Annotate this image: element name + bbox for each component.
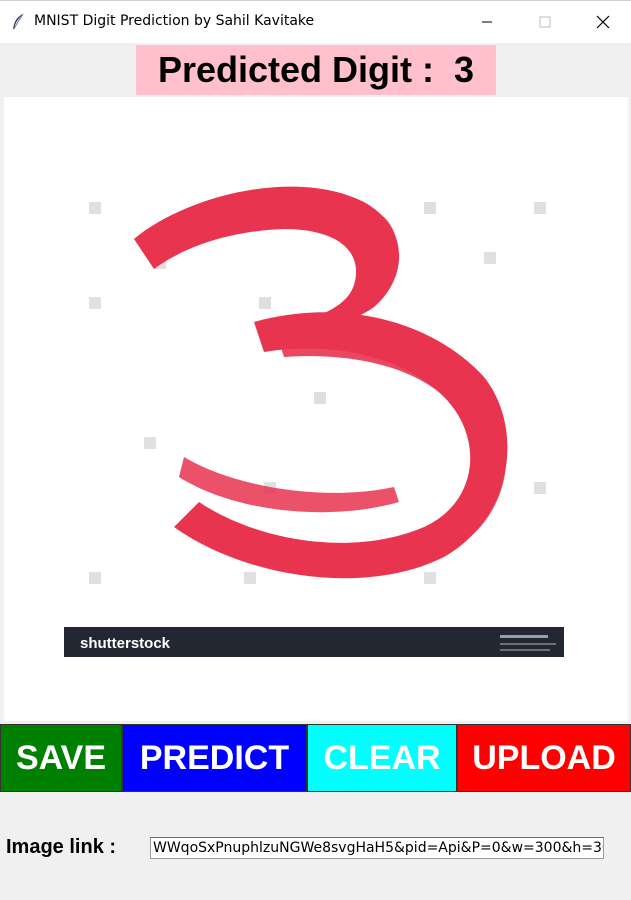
save-button[interactable]: SAVE: [0, 724, 122, 792]
minimize-icon: [482, 21, 492, 23]
digit-image: shutterstock: [64, 157, 564, 657]
title-bar: MNIST Digit Prediction by Sahil Kavitake: [0, 0, 631, 43]
maximize-button[interactable]: [522, 1, 568, 43]
close-button[interactable]: [580, 1, 626, 43]
watermark-brand: shutterstock: [80, 635, 171, 652]
window-title: MNIST Digit Prediction by Sahil Kavitake: [34, 13, 315, 29]
close-icon: [596, 15, 610, 29]
upload-button[interactable]: UPLOAD: [457, 724, 631, 792]
drawing-canvas[interactable]: shutterstock: [4, 97, 628, 721]
feather-icon: [13, 13, 24, 30]
image-link-input[interactable]: WWqoSxPnuphlzuNGWe8svgHaH5&pid=Api&P=0&w…: [150, 837, 604, 859]
clear-button[interactable]: CLEAR: [307, 724, 457, 792]
maximize-icon: [539, 16, 551, 28]
predicted-digit-label: Predicted Digit : 3: [136, 45, 496, 95]
minimize-button[interactable]: [464, 1, 510, 43]
predict-button[interactable]: PREDICT: [122, 724, 307, 792]
image-link-label: Image link :: [6, 836, 117, 858]
